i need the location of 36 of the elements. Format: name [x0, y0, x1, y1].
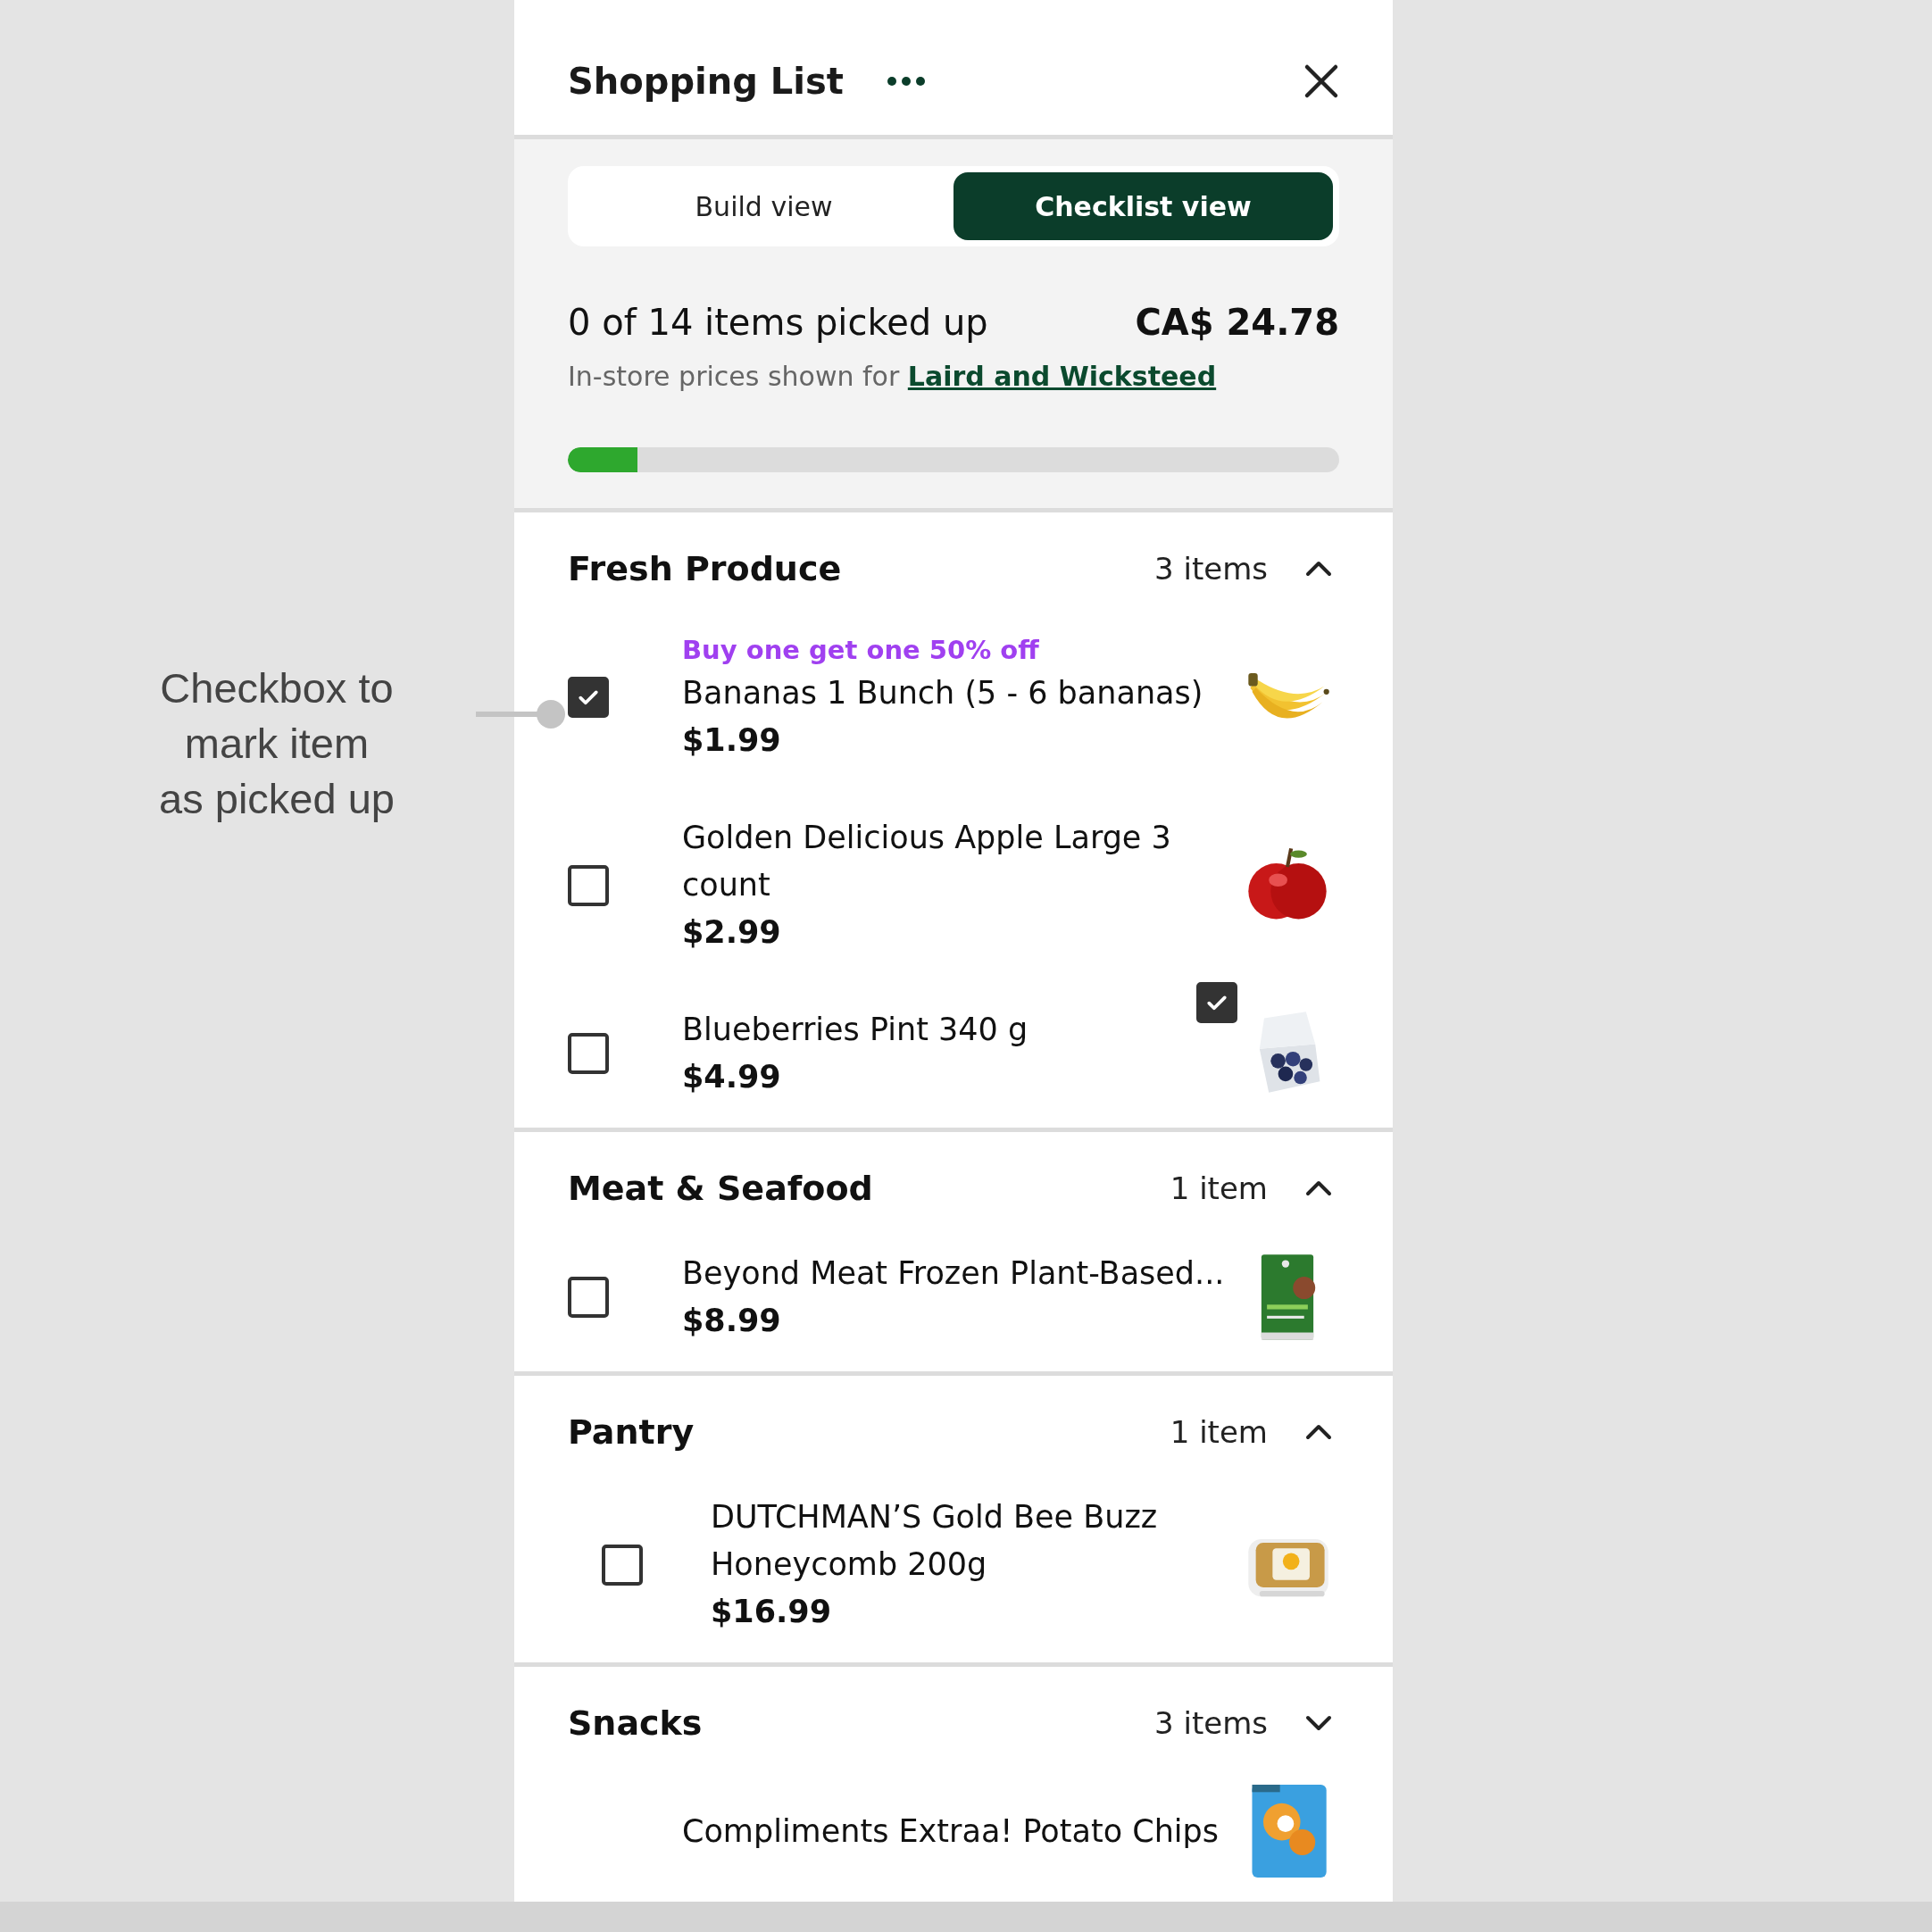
item-name: Compliments Extraa! Potato Chips	[682, 1811, 1219, 1851]
checkbox[interactable]	[568, 864, 609, 906]
item-count: 1 item	[1170, 1414, 1268, 1450]
section-title: Fresh Produce	[568, 549, 842, 588]
section-title: Pantry	[568, 1412, 695, 1452]
checkbox[interactable]	[568, 1033, 609, 1074]
checkbox[interactable]	[1196, 982, 1237, 1023]
item-price: $2.99	[682, 913, 781, 952]
store-note: In-store prices shown for Laird and Wicksteed	[568, 361, 1218, 392]
item-count: 3 items	[1154, 1705, 1268, 1741]
item-price: $8.99	[682, 1302, 781, 1340]
item-name: DUTCHMAN’S Gold Bee Buzz Honeycomb 200g	[711, 1498, 1159, 1584]
promo-label: Buy one get one 50% off	[682, 634, 1039, 667]
item-price: $1.99	[682, 721, 781, 760]
item-name: Bananas 1 Bunch (5 - 6 bananas)	[682, 674, 1203, 712]
checkbox[interactable]	[568, 1277, 609, 1318]
checkbox[interactable]	[568, 677, 609, 718]
item-name: Blueberries Pint 340 g	[682, 1011, 1028, 1049]
item-price: $16.99	[711, 1593, 832, 1631]
item-name: Beyond Meat Frozen Plant-Based...	[682, 1254, 1225, 1293]
close-icon[interactable]	[1303, 62, 1339, 99]
view-tab[interactable]: Checklist view	[954, 172, 1333, 240]
section-title: Meat & Seafood	[568, 1169, 873, 1208]
picked-count: 0 of 14 items picked up	[568, 302, 988, 343]
checkbox[interactable]	[602, 1544, 643, 1586]
section-title: Snacks	[568, 1703, 703, 1743]
more-icon[interactable]	[886, 75, 926, 87]
total-price: CA$ 24.78	[1135, 302, 1339, 343]
item-name: Golden Delicious Apple Large 3 count	[682, 819, 1172, 904]
item-count: 3 items	[1154, 551, 1268, 587]
store-link[interactable]: Laird and Wicksteed	[907, 361, 1217, 392]
panel-title: Shopping List	[568, 60, 844, 102]
item-count: 1 item	[1170, 1170, 1268, 1206]
view-tab[interactable]: Build view	[574, 172, 954, 240]
item-price: $4.99	[682, 1058, 781, 1096]
annotation-text: Checkbox to mark item as picked up	[159, 663, 395, 824]
